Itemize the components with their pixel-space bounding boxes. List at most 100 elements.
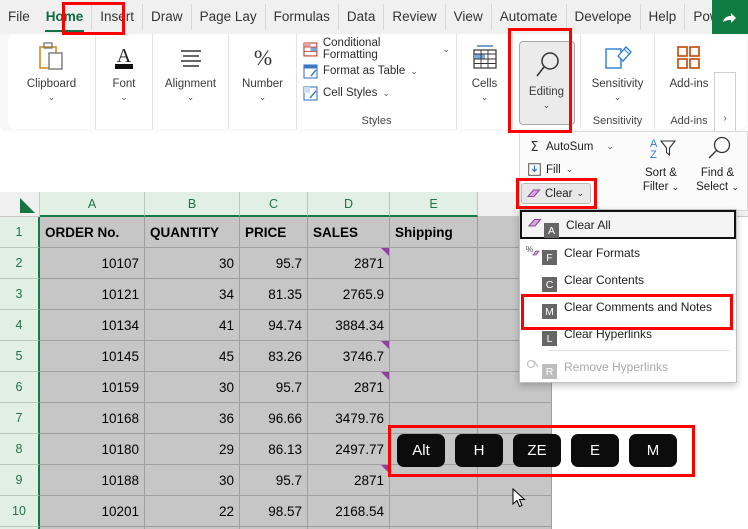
tab-file[interactable]: File — [0, 4, 38, 30]
sort-filter-button[interactable]: A Z Sort & Filter ⌄ — [635, 136, 687, 194]
cell-e4[interactable] — [390, 310, 478, 341]
cell-a7[interactable]: 10168 — [40, 403, 145, 434]
editing-button[interactable]: Editing ⌄ — [518, 41, 575, 125]
row-header-8[interactable]: 8 — [0, 434, 40, 465]
tab-view[interactable]: View — [446, 4, 492, 30]
chevron-down-icon[interactable]: ⌄ — [576, 188, 584, 199]
cell-a1[interactable]: ORDER No. — [40, 217, 145, 248]
row-header-6[interactable]: 6 — [0, 372, 40, 403]
select-all-corner[interactable] — [0, 192, 40, 217]
cell-b4[interactable]: 41 — [145, 310, 240, 341]
tab-home[interactable]: Home — [38, 4, 93, 32]
cell-a10[interactable]: 10201 — [40, 496, 145, 527]
chevron-down-icon[interactable]: ⌄ — [481, 92, 489, 102]
cell-e7[interactable] — [390, 403, 478, 434]
cell-b6[interactable]: 30 — [145, 372, 240, 403]
ribbon-group-alignment[interactable]: Alignment ⌄ — [153, 34, 229, 129]
chevron-down-icon[interactable]: ⌄ — [48, 92, 56, 102]
chevron-down-icon[interactable]: ⌄ — [382, 88, 390, 99]
tab-insert[interactable]: Insert — [92, 4, 144, 30]
chevron-down-icon[interactable]: ⌄ — [566, 164, 574, 175]
cell-c7[interactable]: 96.66 — [240, 403, 308, 434]
chevron-down-icon[interactable]: ⌄ — [606, 141, 614, 152]
cell-styles-button[interactable]: Cell Styles ⌄ — [303, 82, 390, 104]
tab-developer[interactable]: Develope — [567, 4, 641, 30]
row-header-4[interactable]: 4 — [0, 310, 40, 341]
find-select-button[interactable]: Find & Select ⌄ — [690, 136, 745, 194]
row-header-7[interactable]: 7 — [0, 403, 40, 434]
cell-c9[interactable]: 95.7 — [240, 465, 308, 496]
tab-automate[interactable]: Automate — [492, 4, 567, 30]
clear-button[interactable]: Clear ⌄ — [521, 183, 591, 204]
cell-d10[interactable]: 2168.54 — [308, 496, 390, 527]
cell-b8[interactable]: 29 — [145, 434, 240, 465]
cell-e10[interactable] — [390, 496, 478, 527]
ribbon-group-addins[interactable]: Add-ins Add-ins — [655, 34, 723, 129]
cell-d5[interactable]: 3746.7 — [308, 341, 390, 372]
ribbon-group-font[interactable]: A Font ⌄ — [96, 34, 153, 129]
format-as-table-button[interactable]: Format as Table ⌄ — [303, 60, 418, 82]
ribbon-group-editing[interactable]: Editing ⌄ — [513, 34, 581, 129]
cell-c6[interactable]: 95.7 — [240, 372, 308, 403]
cell-a8[interactable]: 10180 — [40, 434, 145, 465]
conditional-formatting-button[interactable]: Conditional Formatting ⌄ — [303, 37, 450, 61]
column-header-b[interactable]: B — [145, 192, 240, 217]
menu-item-clear-formats[interactable]: % F Clear Formats — [520, 239, 736, 266]
ribbon-group-clipboard[interactable]: Clipboard ⌄ — [8, 34, 96, 129]
cell-d8[interactable]: 2497.77 — [308, 434, 390, 465]
row-header-5[interactable]: 5 — [0, 341, 40, 372]
tab-formulas[interactable]: Formulas — [266, 4, 339, 30]
cell-b5[interactable]: 45 — [145, 341, 240, 372]
cell-d6[interactable]: 2871 — [308, 372, 390, 403]
chevron-down-icon[interactable]: ⌄ — [672, 182, 680, 192]
chevron-down-icon[interactable]: ⌄ — [731, 182, 739, 192]
cell-a6[interactable]: 10159 — [40, 372, 145, 403]
row-header-3[interactable]: 3 — [0, 279, 40, 310]
cell-d7[interactable]: 3479.76 — [308, 403, 390, 434]
cell-b10[interactable]: 22 — [145, 496, 240, 527]
ribbon-group-cells[interactable]: Cells ⌄ — [457, 34, 513, 129]
chevron-down-icon[interactable]: ⌄ — [259, 92, 267, 102]
cell-a9[interactable]: 10188 — [40, 465, 145, 496]
chevron-down-icon[interactable]: ⌄ — [120, 92, 128, 102]
cell-b2[interactable]: 30 — [145, 248, 240, 279]
ribbon-group-sensitivity[interactable]: Sensitivity ⌄ Sensitivity — [581, 34, 655, 129]
tab-review[interactable]: Review — [384, 4, 446, 30]
fill-button[interactable]: Fill ⌄ — [528, 163, 573, 176]
cell-b9[interactable]: 30 — [145, 465, 240, 496]
chevron-down-icon[interactable]: ⌄ — [614, 92, 622, 102]
menu-item-clear-hyperlinks[interactable]: L Clear Hyperlinks — [520, 320, 736, 347]
cell-c1[interactable]: PRICE — [240, 217, 308, 248]
cell-e2[interactable] — [390, 248, 478, 279]
row-header-1[interactable]: 1 — [0, 217, 40, 248]
cell-c3[interactable]: 81.35 — [240, 279, 308, 310]
cell-c4[interactable]: 94.74 — [240, 310, 308, 341]
cell-c5[interactable]: 83.26 — [240, 341, 308, 372]
tab-help[interactable]: Help — [641, 4, 686, 30]
cell-a5[interactable]: 10145 — [40, 341, 145, 372]
cell-a3[interactable]: 10121 — [40, 279, 145, 310]
chevron-down-icon[interactable]: ⌄ — [410, 66, 418, 77]
cell-f7[interactable] — [478, 403, 552, 434]
tab-page-layout[interactable]: Page Lay — [192, 4, 266, 30]
cell-b3[interactable]: 34 — [145, 279, 240, 310]
menu-item-clear-comments-and-notes[interactable]: M Clear Comments and Notes — [520, 293, 736, 320]
cell-a4[interactable]: 10134 — [40, 310, 145, 341]
autosum-button[interactable]: Σ AutoSum ⌄ — [528, 140, 614, 153]
cell-e5[interactable] — [390, 341, 478, 372]
cell-c8[interactable]: 86.13 — [240, 434, 308, 465]
row-header-10[interactable]: 10 — [0, 496, 40, 527]
menu-item-clear-all[interactable]: A Clear All — [520, 210, 736, 239]
share-button[interactable] — [712, 0, 748, 34]
row-header-9[interactable]: 9 — [0, 465, 40, 496]
column-header-e[interactable]: E — [390, 192, 478, 217]
chevron-down-icon[interactable]: ⌄ — [543, 100, 551, 110]
column-header-d[interactable]: D — [308, 192, 390, 217]
cell-c2[interactable]: 95.7 — [240, 248, 308, 279]
cell-b7[interactable]: 36 — [145, 403, 240, 434]
cell-b1[interactable]: QUANTITY — [145, 217, 240, 248]
cell-e1[interactable]: Shipping — [390, 217, 478, 248]
column-header-a[interactable]: A — [40, 192, 145, 217]
cell-e6[interactable] — [390, 372, 478, 403]
cell-e3[interactable] — [390, 279, 478, 310]
